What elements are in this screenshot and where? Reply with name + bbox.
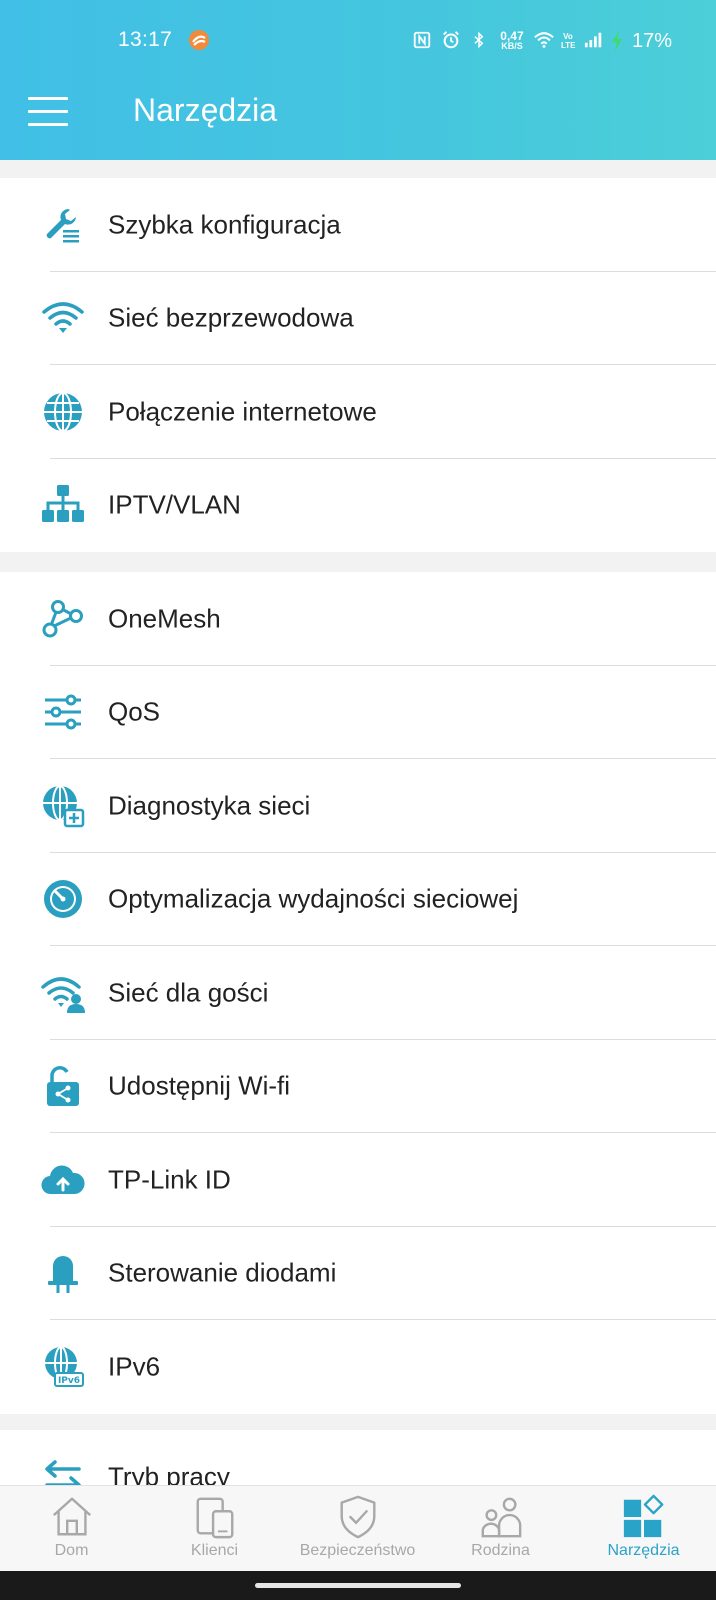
nav-tab-home[interactable]: Dom bbox=[0, 1486, 143, 1572]
nav-tab-label: Dom bbox=[54, 1542, 89, 1559]
list-item-label: Optymalizacja wydajności sieciowej bbox=[108, 883, 519, 914]
list-item-tplink-id[interactable]: TP-Link ID bbox=[0, 1133, 716, 1227]
list-item-label: Szybka konfiguracja bbox=[108, 209, 341, 240]
net-speed-unit: KB/S bbox=[501, 41, 523, 51]
status-time: 13:17 bbox=[118, 28, 173, 51]
shield-icon bbox=[334, 1493, 382, 1541]
list-item-label: Sieć dla gości bbox=[108, 977, 269, 1008]
list-item-wireless[interactable]: Sieć bezprzewodowa bbox=[0, 272, 716, 365]
globe-icon bbox=[40, 389, 86, 435]
battery-level: 17% bbox=[631, 29, 672, 52]
status-bar: 13:17 0,47 KB/S Vo LTE 17% bbox=[0, 22, 716, 62]
net-speed: 0,47 KB/S bbox=[499, 29, 525, 51]
list-item-led-control[interactable]: Sterowanie diodami bbox=[0, 1227, 716, 1320]
list-item-label: QoS bbox=[108, 696, 161, 727]
list-item-label: IPTV/VLAN bbox=[108, 489, 241, 520]
list-item-network-diagnostics[interactable]: Diagnostyka sieci bbox=[0, 759, 716, 853]
charging-icon bbox=[611, 30, 623, 52]
status-icons: 0,47 KB/S Vo LTE 17% bbox=[412, 26, 672, 56]
home-gesture-handle[interactable] bbox=[255, 1583, 461, 1588]
volte-indicator: Vo LTE bbox=[560, 32, 576, 50]
list-item-guest-network[interactable]: Sieć dla gości bbox=[0, 946, 716, 1040]
list-item-iptv-vlan[interactable]: IPTV/VLAN bbox=[0, 459, 716, 553]
list-item-internet-connection[interactable]: Połączenie internetowe bbox=[0, 365, 716, 459]
alarm-icon bbox=[441, 30, 463, 52]
system-navigation-bar bbox=[0, 1571, 716, 1600]
menu-button[interactable] bbox=[20, 87, 70, 135]
list-item-onemesh[interactable]: OneMesh bbox=[0, 572, 716, 666]
list-item-label: Sterowanie diodami bbox=[108, 1257, 337, 1288]
list-item-label: Udostępnij Wi-fi bbox=[108, 1070, 291, 1101]
net-speed-value: 0,47 bbox=[500, 29, 524, 43]
nav-tab-security[interactable]: Bezpieczeństwo bbox=[286, 1486, 429, 1572]
svg-text:IPv6: IPv6 bbox=[58, 1376, 80, 1386]
list-item-label: OneMesh bbox=[108, 603, 221, 634]
globe-ipv6-icon: IPv6 bbox=[40, 1344, 86, 1390]
network-tree-icon bbox=[40, 482, 86, 528]
wrench-icon bbox=[40, 202, 86, 248]
mesh-icon bbox=[40, 596, 86, 642]
volte-bottom: LTE bbox=[560, 41, 576, 50]
nav-tab-label: Narzędzia bbox=[607, 1542, 680, 1559]
toolbar: Narzędzia bbox=[0, 75, 716, 150]
speedometer-icon bbox=[40, 876, 86, 922]
bottom-nav: Dom Klienci Bezpieczeństwo Rodzina Narzę… bbox=[0, 1485, 716, 1571]
globe-diagnostic-icon bbox=[40, 783, 86, 829]
sliders-icon bbox=[40, 689, 86, 735]
hamburger-line bbox=[28, 109, 68, 113]
devices-icon bbox=[191, 1493, 239, 1541]
list-item-share-wifi[interactable]: Udostępnij Wi-fi bbox=[0, 1040, 716, 1133]
tools-section-basic: Szybka konfiguracja Sieć bezprzewodowa P… bbox=[0, 178, 716, 552]
share-lock-icon bbox=[40, 1063, 86, 1109]
list-item-network-optimization[interactable]: Optymalizacja wydajności sieciowej bbox=[0, 853, 716, 946]
volte-top: Vo bbox=[563, 32, 573, 41]
nfc-icon bbox=[412, 30, 434, 52]
list-item-quick-setup[interactable]: Szybka konfiguracja bbox=[0, 178, 716, 272]
nav-tab-family[interactable]: Rodzina bbox=[429, 1486, 572, 1572]
nav-tab-tools[interactable]: Narzędzia bbox=[572, 1486, 715, 1572]
swap-arrows-icon bbox=[40, 1454, 86, 1485]
wifi-status-icon bbox=[532, 30, 554, 52]
nav-tab-clients[interactable]: Klienci bbox=[143, 1486, 286, 1572]
list-item-label: Diagnostyka sieci bbox=[108, 790, 311, 821]
list-item-label: TP-Link ID bbox=[108, 1164, 231, 1195]
tools-section-mode: Tryb pracy bbox=[0, 1430, 716, 1485]
signal-icon bbox=[582, 30, 604, 52]
list-item-label: Połączenie internetowe bbox=[108, 396, 377, 427]
tools-list: Szybka konfiguracja Sieć bezprzewodowa P… bbox=[0, 160, 716, 1485]
bluetooth-icon bbox=[470, 30, 492, 52]
list-item-operation-mode[interactable]: Tryb pracy bbox=[0, 1430, 716, 1485]
cloud-upload-icon bbox=[40, 1157, 86, 1203]
nav-tab-label: Bezpieczeństwo bbox=[299, 1542, 416, 1559]
list-item-label: IPv6 bbox=[108, 1351, 161, 1382]
hamburger-line bbox=[28, 96, 68, 100]
wifi-icon bbox=[40, 295, 86, 341]
hamburger-line bbox=[28, 122, 68, 126]
app-header: 13:17 0,47 KB/S Vo LTE 17% Narzędzia bbox=[0, 0, 716, 160]
app-notification-icon bbox=[188, 29, 210, 51]
home-icon bbox=[48, 1493, 96, 1541]
list-item-label: Sieć bezprzewodowa bbox=[108, 302, 354, 333]
nav-tab-label: Klienci bbox=[190, 1542, 239, 1559]
guest-wifi-icon bbox=[40, 970, 86, 1016]
led-icon bbox=[40, 1250, 86, 1296]
tools-grid-icon bbox=[620, 1493, 668, 1541]
list-item-qos[interactable]: QoS bbox=[0, 666, 716, 759]
tools-section-advanced: OneMesh QoS Diagnostyka sieci Optymaliza… bbox=[0, 572, 716, 1414]
page-title: Narzędzia bbox=[133, 92, 278, 128]
family-icon bbox=[477, 1493, 525, 1541]
list-item-ipv6[interactable]: IPv6 IPv6 bbox=[0, 1320, 716, 1414]
list-item-label: Tryb pracy bbox=[108, 1461, 230, 1485]
nav-tab-label: Rodzina bbox=[471, 1542, 530, 1559]
